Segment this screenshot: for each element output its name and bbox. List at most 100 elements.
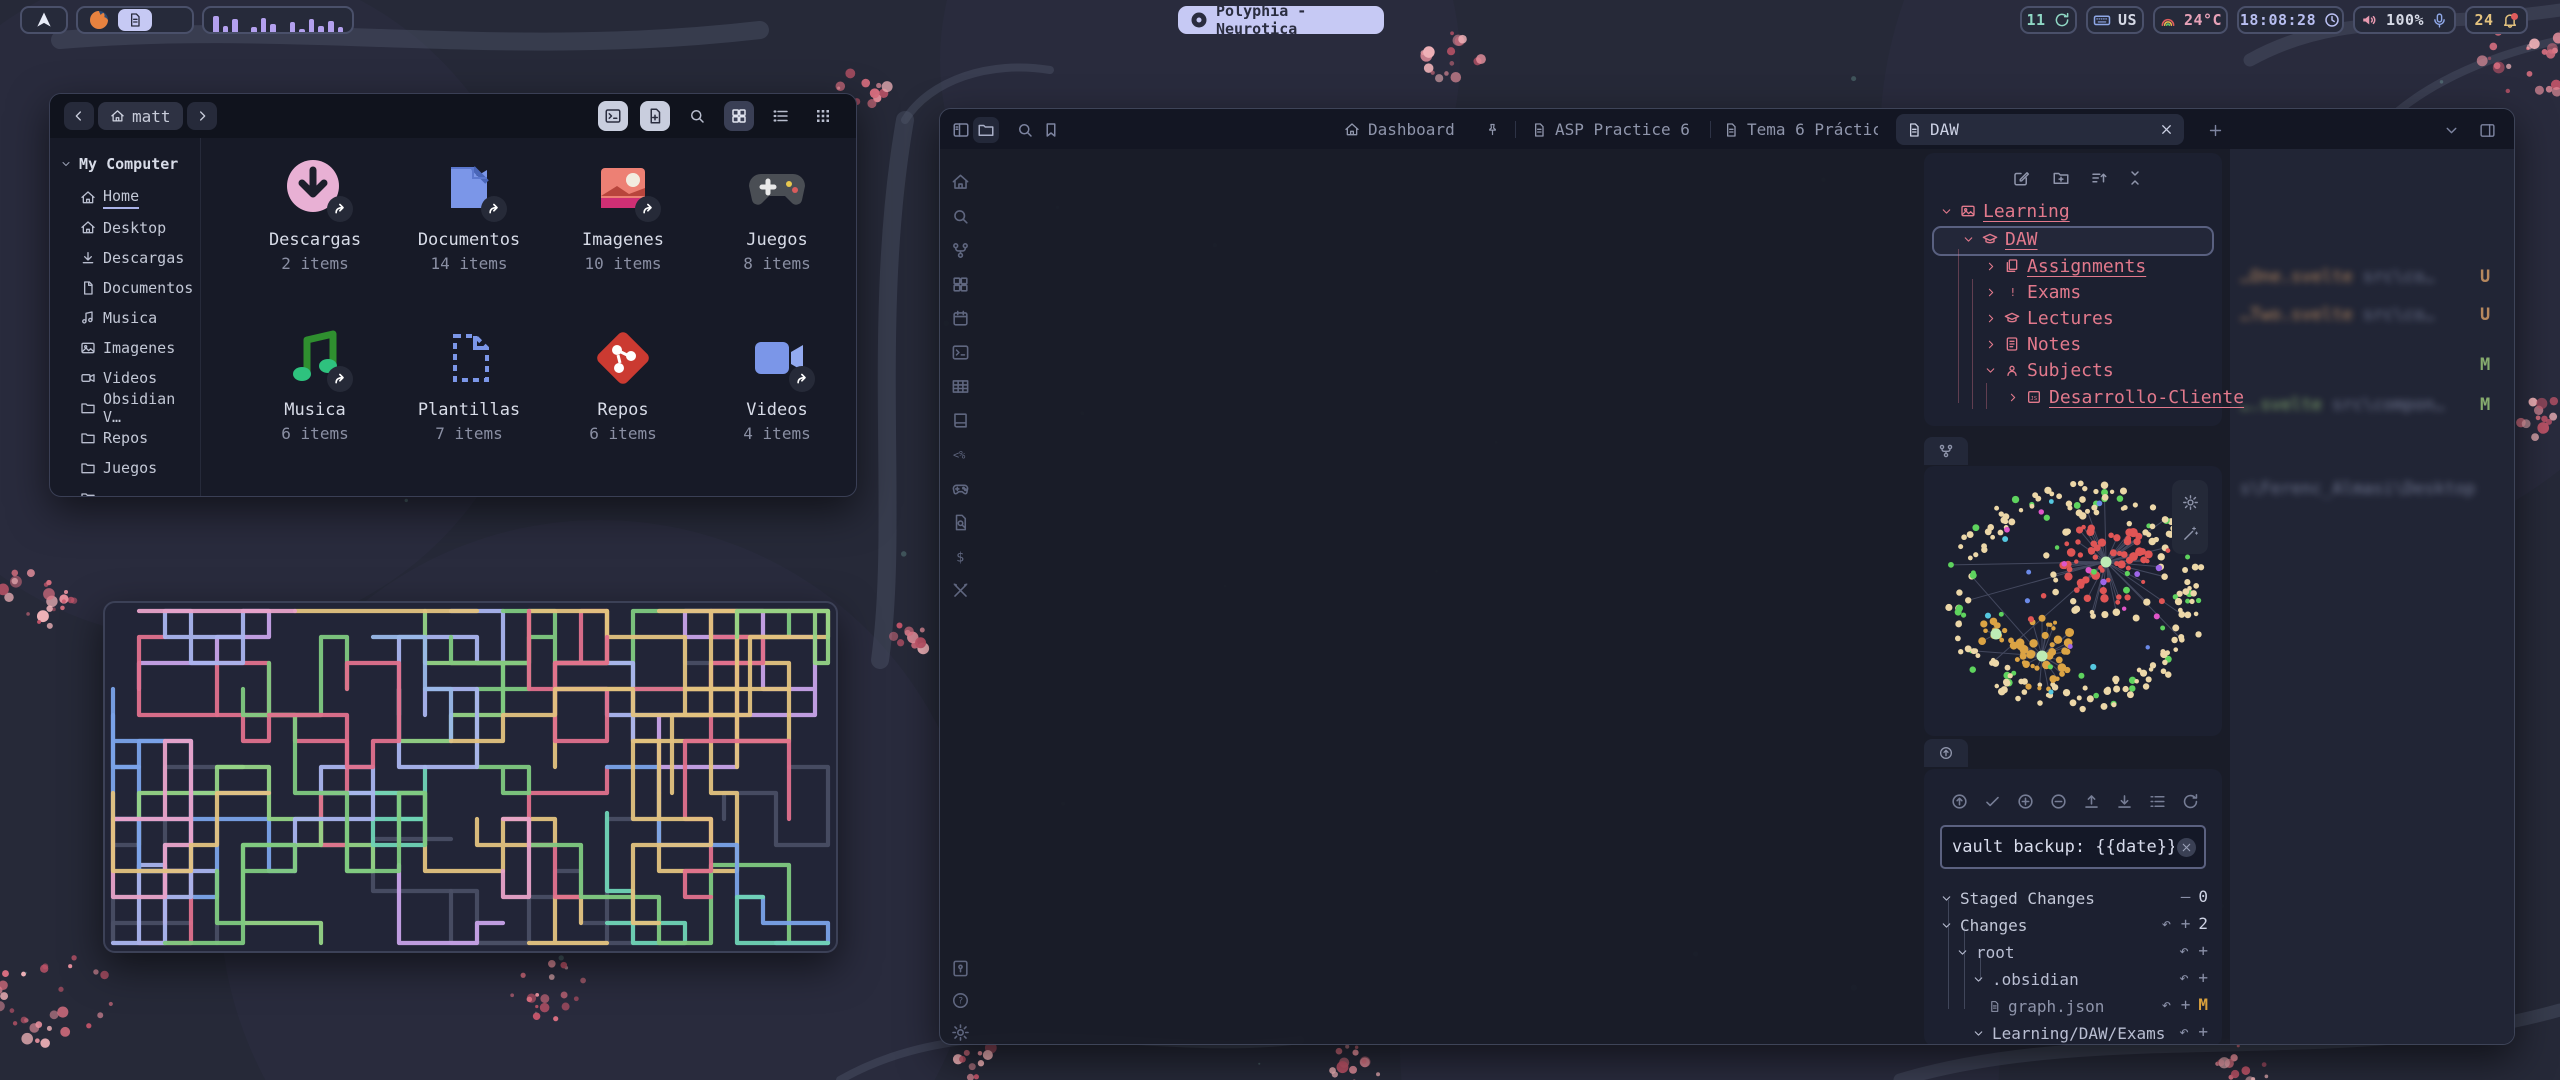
tree-node-learning[interactable]: Learning	[1940, 199, 2070, 223]
git-panel-tab[interactable]	[1924, 739, 1968, 767]
git-upload-button[interactable]	[2082, 791, 2101, 811]
folder-descargas[interactable]: Descargas2 items	[250, 156, 380, 273]
git-commitUp-button[interactable]	[1950, 791, 1969, 811]
ribbon-vault-button[interactable]	[949, 957, 971, 979]
terminal-button[interactable]	[598, 101, 628, 131]
tab-list-button[interactable]	[2438, 117, 2464, 143]
git-minusC-button[interactable]	[2049, 791, 2068, 811]
tree-node-exams[interactable]: !Exams	[1984, 280, 2081, 304]
tab-daw[interactable]: DAW	[1896, 114, 2184, 145]
git-check-button[interactable]	[1983, 791, 2002, 811]
tray-updates[interactable]: 11	[2020, 6, 2077, 34]
explorer-sortUp-button[interactable]	[2090, 167, 2108, 187]
git-action-glyphs[interactable]: ↶ +	[2179, 941, 2208, 960]
git-action-glyphs[interactable]: —	[2181, 887, 2191, 906]
ribbon-dollar-button[interactable]: $	[949, 545, 971, 567]
sidebar-item-videos[interactable]: Videos	[80, 366, 157, 390]
git-row-actions[interactable]: ↶ +	[2179, 1022, 2208, 1041]
panes-toggle-button[interactable]	[948, 117, 974, 143]
ribbon-codePct-button[interactable]: <%	[949, 443, 971, 465]
search-button[interactable]	[682, 101, 712, 131]
git-action-glyphs[interactable]: ↶ +	[2161, 995, 2190, 1014]
sidebar-item-home[interactable]: Home	[80, 186, 139, 210]
tab-dashboard[interactable]: Dashboard	[1334, 114, 1510, 145]
ribbon-tools-button[interactable]	[949, 579, 971, 601]
x-icon[interactable]	[2159, 122, 2174, 137]
tree-node-assignments[interactable]: Assignments	[1984, 254, 2146, 278]
folder-videos[interactable]: Videos4 items	[712, 326, 842, 443]
ribbon-grid-button[interactable]	[949, 273, 971, 295]
git-row-actions[interactable]: ↶ +2	[2161, 914, 2208, 933]
grid-button[interactable]	[724, 101, 754, 131]
sidebar-item-desktop[interactable]: Desktop	[80, 216, 166, 240]
launcher-button[interactable]	[20, 6, 68, 34]
tray-clock[interactable]: 18:08:28	[2237, 6, 2344, 34]
clear-message-button[interactable]	[2177, 837, 2196, 857]
folder-documentos[interactable]: Documentos14 items	[404, 156, 534, 273]
git-row-actions[interactable]: —0	[2181, 887, 2208, 906]
git-row-staged-changes[interactable]: Staged Changes	[1940, 887, 2095, 909]
ribbon-gamepad-button[interactable]	[949, 477, 971, 499]
tray-keyboard-layout[interactable]: US	[2086, 6, 2144, 34]
ribbon-gitfork-button[interactable]	[949, 239, 971, 261]
git-action-glyphs[interactable]: ↶ +	[2161, 914, 2190, 933]
tray-volume[interactable]: 100%	[2353, 6, 2456, 34]
firefox-workspace-icon[interactable]	[87, 8, 111, 32]
git-row-changes[interactable]: Changes	[1940, 914, 2027, 936]
active-workspace-chip[interactable]	[118, 9, 152, 31]
workspaces-widget[interactable]	[76, 6, 194, 34]
ribbon-help-button[interactable]: ?	[949, 989, 971, 1011]
folder-repos[interactable]: Repos6 items	[558, 326, 688, 443]
git-action-glyphs[interactable]: ↶ +	[2179, 968, 2208, 987]
git-refresh-button[interactable]	[2181, 791, 2200, 811]
search-toggle-button[interactable]	[1012, 117, 1038, 143]
git-row-graph.json[interactable]: graph.json	[1988, 995, 2104, 1017]
folder-musica[interactable]: Musica6 items	[250, 326, 380, 443]
git-row-actions[interactable]: ↶ +	[2179, 941, 2208, 960]
tree-node-desarrollo-cliente[interactable]: JSDesarrollo-Cliente	[2006, 385, 2244, 409]
back-button[interactable]	[64, 102, 94, 130]
tree-node-subjects[interactable]: Subjects	[1984, 358, 2114, 382]
sidebar-item-repos[interactable]: Repos	[80, 426, 148, 450]
ribbon-gear-button[interactable]	[949, 1021, 971, 1043]
dense-button[interactable]	[808, 101, 838, 131]
explorer-editBox-button[interactable]	[2012, 167, 2030, 187]
git-row-.obsidian[interactable]: .obsidian	[1972, 968, 2079, 990]
ribbon-terminal-button[interactable]	[949, 341, 971, 363]
tab-asp-practice-6[interactable]: ASP Practice 6	[1521, 114, 1705, 145]
explorer-collapse-button[interactable]	[2126, 167, 2144, 187]
tree-node-daw[interactable]: DAW	[1962, 227, 2038, 251]
folder-imagenes[interactable]: Imagenes10 items	[558, 156, 688, 273]
tab-tema-6-pr-cticas-[interactable]: Tema 6 Prácticas -…	[1713, 114, 1888, 145]
right-sidebar-toggle[interactable]	[2474, 117, 2500, 143]
forward-button[interactable]	[187, 102, 217, 130]
git-download2-button[interactable]	[2115, 791, 2134, 811]
graph-panel-tab[interactable]	[1924, 437, 1968, 465]
ribbon-calendar-button[interactable]	[949, 307, 971, 329]
git-row-actions[interactable]: ↶ +	[2179, 968, 2208, 987]
bookmark-toggle-button[interactable]	[1038, 117, 1064, 143]
sidebar-item-obsidianv[interactable]: Obsidian V…	[80, 396, 200, 420]
sidebar-item-documentos[interactable]: Documentos	[80, 276, 193, 300]
ribbon-book-button[interactable]	[949, 409, 971, 431]
listv-button[interactable]	[766, 101, 796, 131]
sidebar-root[interactable]: My Computer	[60, 152, 178, 176]
breadcrumb[interactable]: matt	[98, 102, 183, 130]
tray-notifications[interactable]: 24	[2465, 6, 2528, 34]
sidebar-item-descargas[interactable]: Descargas	[80, 246, 184, 270]
git-plusC-button[interactable]	[2016, 791, 2035, 811]
git-listDetail-button[interactable]	[2148, 791, 2167, 811]
ribbon-fileSearch-button[interactable]	[949, 511, 971, 533]
git-action-glyphs[interactable]: ↶ +	[2179, 1022, 2208, 1041]
tree-node-notes[interactable]: Notes	[1984, 332, 2081, 356]
sidebar-item-imagenes[interactable]: Imagenes	[80, 336, 175, 360]
new-tab-button[interactable]	[2202, 117, 2228, 143]
tree-node-lectures[interactable]: Lectures	[1984, 306, 2114, 330]
folder-juegos[interactable]: Juegos8 items	[712, 156, 842, 273]
tray-weather[interactable]: 24°C	[2153, 6, 2228, 34]
commit-message-input[interactable]	[1940, 825, 2206, 869]
folder-toggle-button[interactable]	[973, 117, 999, 143]
music-widget[interactable]: Polyphia - Neurotica	[1178, 6, 1384, 34]
explorer-folderPlus-button[interactable]	[2052, 167, 2070, 187]
graph-wand-button[interactable]	[2182, 523, 2199, 542]
